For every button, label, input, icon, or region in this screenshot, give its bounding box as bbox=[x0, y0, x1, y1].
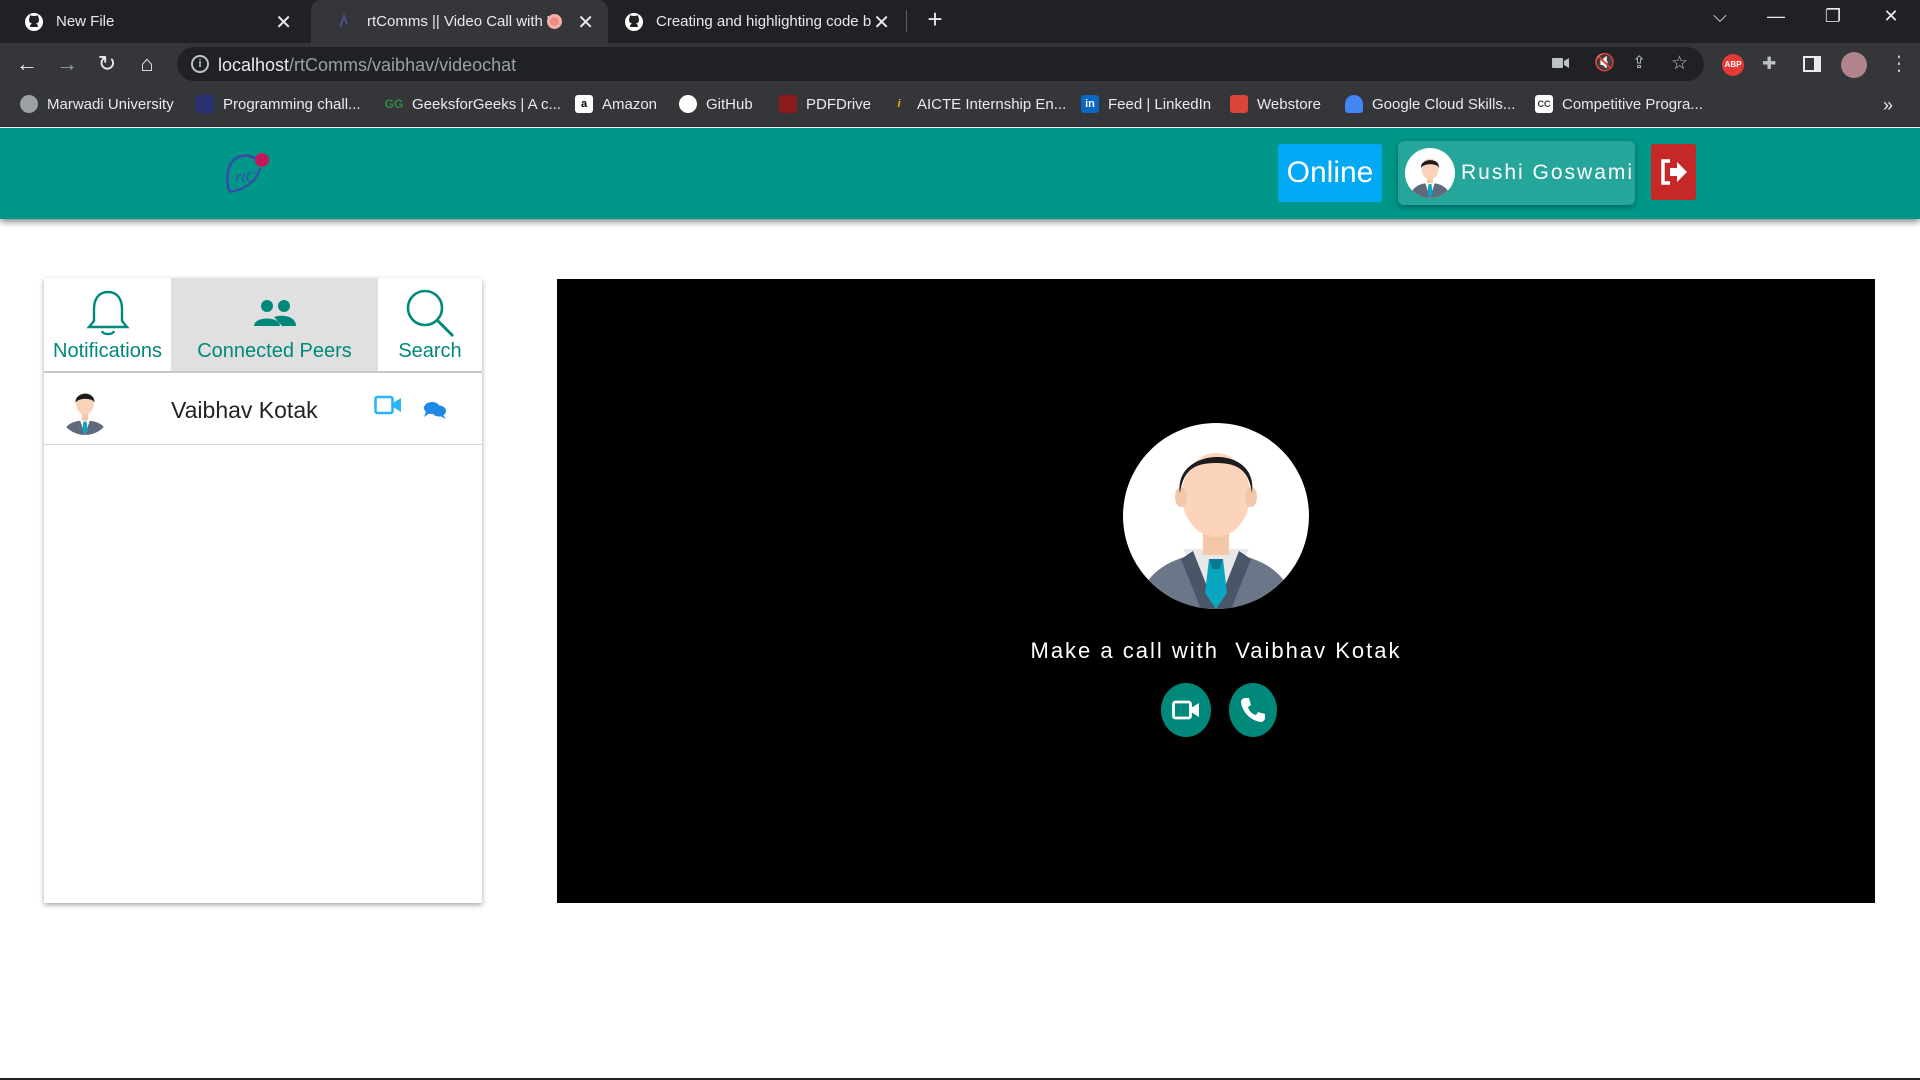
peer-avatar bbox=[59, 383, 111, 435]
home-icon[interactable]: ⌂ bbox=[132, 50, 162, 78]
bookmark-item[interactable]: in Feed | LinkedIn bbox=[1081, 95, 1211, 113]
pdfdrive-icon bbox=[779, 95, 797, 113]
side-panel-icon[interactable] bbox=[1803, 56, 1821, 72]
new-tab-icon[interactable]: + bbox=[915, 4, 955, 35]
more-bookmarks-chevron-icon[interactable]: » bbox=[1883, 95, 1893, 116]
forward-icon[interactable]: → bbox=[52, 50, 82, 78]
tab-label: Notifications bbox=[53, 340, 162, 362]
bell-icon bbox=[85, 286, 130, 340]
aicte-icon: i bbox=[897, 98, 901, 110]
tab-label: Search bbox=[398, 340, 462, 362]
bookmark-item[interactable]: GitHub bbox=[679, 95, 753, 113]
start-video-call-button[interactable] bbox=[1161, 683, 1211, 737]
globe-icon bbox=[20, 95, 38, 113]
tab-label: Connected Peers bbox=[197, 340, 352, 362]
tab-search-chevron-icon[interactable]: ⌵ bbox=[1700, 6, 1740, 27]
browser-tab-strip: New File ✕ rtComms || Video Call with V … bbox=[0, 0, 1920, 43]
browser-profile-avatar[interactable] bbox=[1841, 52, 1867, 78]
call-prompt: Make a call with Vaibhav Kotak bbox=[557, 638, 1875, 664]
bookmark-star-icon[interactable]: ☆ bbox=[1671, 52, 1688, 75]
video-call-panel: Make a call with Vaibhav Kotak bbox=[557, 279, 1875, 903]
online-status-button[interactable]: Online bbox=[1278, 144, 1382, 202]
back-icon[interactable]: ← bbox=[12, 50, 42, 78]
user-profile-button[interactable]: Rushi Goswami bbox=[1398, 141, 1635, 205]
logout-button[interactable] bbox=[1651, 144, 1696, 200]
tab-notifications[interactable]: Notifications bbox=[44, 278, 171, 371]
url-text: localhost/rtComms/vaibhav/videochat bbox=[218, 55, 517, 75]
close-window-icon[interactable]: ✕ bbox=[1871, 6, 1911, 27]
bookmark-item[interactable]: CC Competitive Progra... bbox=[1535, 95, 1703, 113]
browser-toolbar: ← → ↻ ⌂ i localhost/rtComms/vaibhav/vide… bbox=[0, 43, 1920, 85]
bookmark-item[interactable]: a Amazon bbox=[575, 95, 657, 113]
linkedin-icon: in bbox=[1081, 95, 1099, 113]
camera-icon[interactable] bbox=[1552, 55, 1570, 75]
peer-name: Vaibhav Kotak bbox=[171, 397, 318, 423]
bookmarks-bar: Marwadi University Programming chall... … bbox=[0, 85, 1920, 127]
user-avatar bbox=[1405, 148, 1455, 198]
close-tab-icon[interactable]: ✕ bbox=[275, 10, 292, 35]
close-tab-icon[interactable]: ✕ bbox=[873, 10, 890, 35]
video-camera-icon bbox=[1172, 700, 1199, 720]
tab-creating-highlighting[interactable]: Creating and highlighting code b ✕ bbox=[612, 0, 904, 43]
call-prompt-text: Make a call with bbox=[1030, 638, 1220, 663]
phone-icon bbox=[1241, 698, 1265, 722]
webstore-icon bbox=[1230, 95, 1248, 113]
adblock-extension-icon[interactable]: ABP bbox=[1722, 54, 1744, 76]
google-cloud-icon bbox=[1345, 95, 1363, 113]
hackerrank-icon bbox=[196, 95, 214, 113]
bookmark-item[interactable]: Webstore bbox=[1230, 95, 1321, 113]
chat-icon[interactable] bbox=[424, 401, 446, 424]
user-name: Rushi Goswami bbox=[1461, 161, 1635, 184]
tab-connected-peers[interactable]: Connected Peers bbox=[171, 278, 378, 371]
svg-text:rtC: rtC bbox=[235, 169, 257, 186]
browser-menu-icon[interactable]: ⋮ bbox=[1889, 51, 1909, 76]
bookmark-item[interactable]: Marwadi University bbox=[20, 95, 174, 113]
address-bar[interactable]: i localhost/rtComms/vaibhav/videochat 🔇 … bbox=[177, 47, 1704, 81]
video-call-icon[interactable] bbox=[374, 395, 402, 420]
bookmark-item[interactable]: i AICTE Internship En... bbox=[890, 95, 1066, 113]
app-header: rtC Online Rushi Goswami bbox=[0, 128, 1920, 219]
recording-indicator-icon bbox=[547, 14, 562, 29]
callee-avatar bbox=[1123, 423, 1309, 609]
people-icon bbox=[252, 286, 298, 340]
reload-icon[interactable]: ↻ bbox=[92, 50, 122, 78]
minimize-icon[interactable]: — bbox=[1756, 6, 1796, 27]
bookmark-item[interactable]: GG GeeksforGeeks | A c... bbox=[385, 95, 561, 113]
start-voice-call-button[interactable] bbox=[1229, 683, 1277, 737]
github-icon bbox=[679, 95, 697, 113]
tab-title: Creating and highlighting code b bbox=[656, 13, 872, 30]
rtcomms-favicon-icon bbox=[335, 12, 355, 32]
close-tab-icon[interactable]: ✕ bbox=[577, 10, 594, 35]
logout-icon bbox=[1660, 159, 1687, 185]
tab-title: rtComms || Video Call with V bbox=[367, 13, 552, 30]
competitive-programming-icon: CC bbox=[1535, 95, 1553, 113]
tab-search[interactable]: Search bbox=[378, 278, 482, 371]
site-info-icon[interactable]: i bbox=[191, 55, 209, 73]
restore-icon[interactable]: ❐ bbox=[1813, 6, 1853, 27]
peer-list-item[interactable]: Vaibhav Kotak bbox=[44, 373, 482, 445]
github-icon bbox=[624, 12, 644, 32]
share-icon[interactable]: ⇪ bbox=[1632, 53, 1646, 73]
tab-rtcomms[interactable]: rtComms || Video Call with V ✕ bbox=[311, 0, 608, 43]
call-peer-name: Vaibhav Kotak bbox=[1235, 638, 1402, 663]
rtcomms-logo[interactable]: rtC bbox=[222, 148, 276, 201]
search-icon bbox=[404, 286, 456, 340]
tab-title: New File bbox=[56, 13, 115, 30]
extensions-puzzle-icon[interactable]: ✚ bbox=[1762, 54, 1776, 74]
github-icon bbox=[24, 12, 44, 32]
amazon-icon: a bbox=[575, 95, 593, 113]
peers-sidebar: Notifications Connected Peers Search Vai… bbox=[44, 278, 482, 903]
tab-separator bbox=[906, 10, 907, 32]
bookmark-item[interactable]: Google Cloud Skills... bbox=[1345, 95, 1515, 113]
bookmark-item[interactable]: PDFDrive bbox=[779, 95, 871, 113]
tab-new-file[interactable]: New File ✕ bbox=[0, 0, 306, 43]
geeksforgeeks-icon: GG bbox=[384, 97, 404, 111]
muted-sound-icon[interactable]: 🔇 bbox=[1594, 53, 1615, 73]
bookmark-item[interactable]: Programming chall... bbox=[196, 95, 361, 113]
